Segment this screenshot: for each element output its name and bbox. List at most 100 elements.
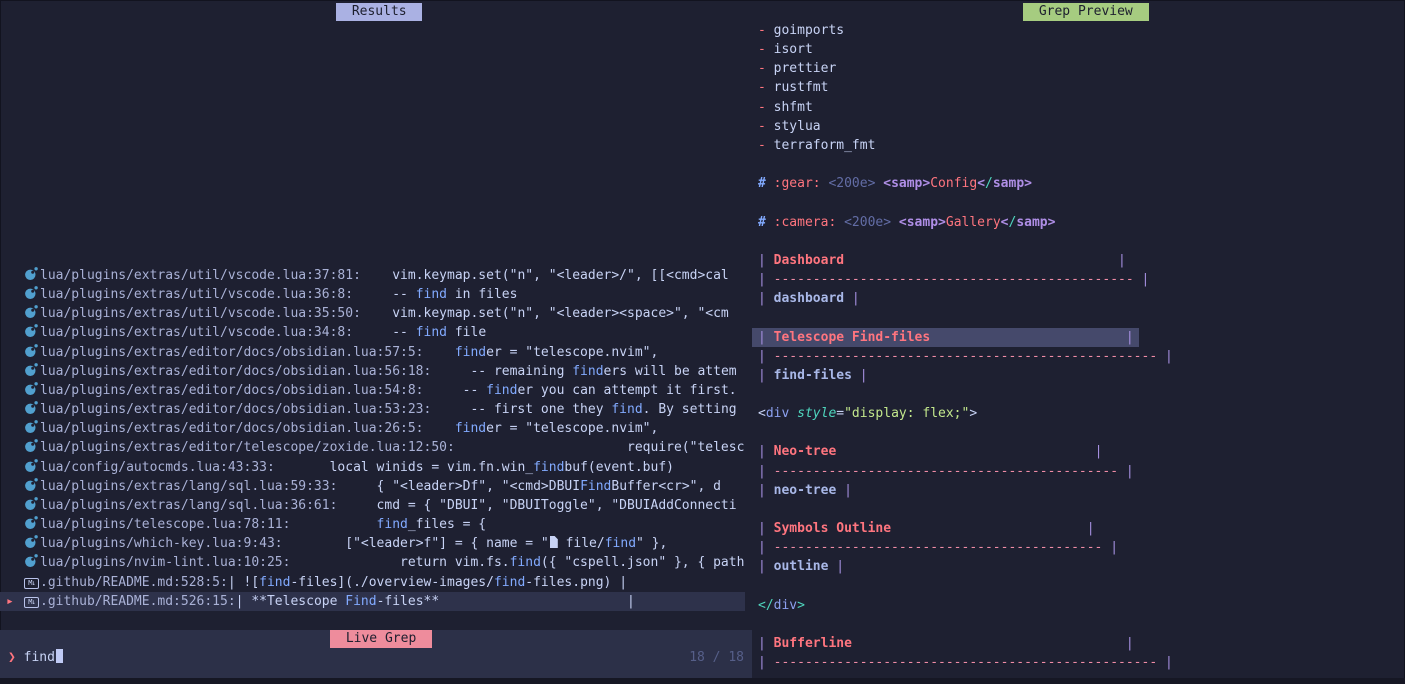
preview-line: | outline | xyxy=(758,557,1173,576)
result-location: .github/README.md:528:5: xyxy=(40,575,228,590)
preview-line: - terraform_fmt xyxy=(758,136,1173,155)
preview-line: | dashboard | xyxy=(758,289,1173,308)
preview-line xyxy=(758,155,1173,174)
preview-line xyxy=(758,232,1173,251)
result-row[interactable]: lua/plugins/which-key.lua:9:43: ["<leade… xyxy=(0,534,745,553)
preview-line xyxy=(758,577,1173,596)
result-row[interactable]: lua/plugins/extras/editor/docs/obsidian.… xyxy=(0,362,745,381)
markdown-icon: M↓ xyxy=(24,592,40,611)
result-location: lua/plugins/extras/editor/docs/obsidian.… xyxy=(40,421,424,436)
text-cursor xyxy=(56,649,63,663)
preview-line: | --------------------------------------… xyxy=(758,347,1173,366)
lua-icon xyxy=(24,553,40,572)
result-location: lua/plugins/extras/lang/sql.lua:59:33: xyxy=(40,479,337,494)
result-location: lua/plugins/extras/util/vscode.lua:34:8: xyxy=(40,326,353,341)
result-location: lua/plugins/nvim-lint.lua:10:25: xyxy=(40,555,290,570)
preview-line: - goimports xyxy=(758,21,1173,40)
preview-line: | --------------------------------------… xyxy=(758,653,1173,672)
result-row[interactable]: lua/plugins/extras/util/vscode.lua:36:8:… xyxy=(0,285,745,304)
results-title: Results xyxy=(336,3,422,21)
result-row[interactable]: M↓.github/README.md:528:5:| ![find-files… xyxy=(0,573,745,592)
preview-line: | Dashboard | xyxy=(758,251,1173,270)
preview-line: </div> xyxy=(758,596,1173,615)
selection-arrow-icon: ▸ xyxy=(6,592,14,611)
result-location: lua/plugins/extras/util/vscode.lua:37:81… xyxy=(40,268,361,283)
result-row[interactable]: lua/config/autocmds.lua:43:33: local win… xyxy=(0,458,745,477)
result-row[interactable]: lua/plugins/telescope.lua:78:11: find_fi… xyxy=(0,515,745,534)
lua-icon xyxy=(24,381,40,400)
result-location: lua/plugins/extras/editor/docs/obsidian.… xyxy=(40,383,424,398)
preview-line: | find-files | xyxy=(758,366,1173,385)
preview-line: | Symbols Outline | xyxy=(758,519,1173,538)
result-row[interactable]: lua/plugins/extras/editor/docs/obsidian.… xyxy=(0,343,745,362)
preview-line: | --------------------------------------… xyxy=(758,270,1173,289)
preview-line: - shfmt xyxy=(758,98,1173,117)
preview-line: - isort xyxy=(758,40,1173,59)
result-row[interactable]: lua/plugins/extras/util/vscode.lua:37:81… xyxy=(0,266,745,285)
results-panel: lua/plugins/extras/util/vscode.lua:37:81… xyxy=(0,0,745,626)
preview-panel: - goimports- isort- prettier- rustfmt- s… xyxy=(752,0,1405,684)
lua-icon xyxy=(24,419,40,438)
prompt-chevron-icon: ❯ xyxy=(8,650,16,665)
preview-line: | --------------------------------------… xyxy=(758,538,1173,557)
lua-icon xyxy=(24,362,40,381)
preview-line xyxy=(758,500,1173,519)
preview-cursor-line: | Telescope Find-files | xyxy=(752,328,1139,347)
result-location: lua/plugins/extras/lang/sql.lua:36:61: xyxy=(40,498,337,513)
lua-icon xyxy=(24,496,40,515)
lua-icon xyxy=(24,534,40,553)
lua-icon xyxy=(24,458,40,477)
result-row[interactable]: lua/plugins/extras/editor/docs/obsidian.… xyxy=(0,419,745,438)
preview-content: - goimports- isort- prettier- rustfmt- s… xyxy=(758,21,1173,672)
window-bottom-edge xyxy=(0,678,1405,684)
preview-line: # :camera: <200e> <samp>Gallery</samp> xyxy=(758,213,1173,232)
search-query-text: find xyxy=(24,650,55,665)
file-icon xyxy=(549,534,558,553)
lua-icon xyxy=(24,266,40,285)
preview-title: Grep Preview xyxy=(1023,3,1149,21)
preview-line xyxy=(758,308,1173,327)
result-row[interactable]: lua/plugins/extras/lang/sql.lua:36:61: c… xyxy=(0,496,745,515)
result-location: lua/plugins/extras/editor/telescope/zoxi… xyxy=(40,441,455,456)
result-row[interactable]: lua/plugins/extras/lang/sql.lua:59:33: {… xyxy=(0,477,745,496)
result-location: lua/plugins/extras/editor/docs/obsidian.… xyxy=(40,345,424,360)
result-location: lua/plugins/extras/editor/docs/obsidian.… xyxy=(40,364,431,379)
result-row-selected[interactable]: ▸M↓.github/README.md:526:15:| **Telescop… xyxy=(0,592,745,611)
preview-line: - prettier xyxy=(758,59,1173,78)
result-row[interactable]: lua/plugins/extras/editor/docs/obsidian.… xyxy=(0,381,745,400)
lua-icon xyxy=(24,304,40,323)
result-location: lua/plugins/extras/util/vscode.lua:35:50… xyxy=(40,306,361,321)
result-row[interactable]: lua/plugins/extras/util/vscode.lua:34:8:… xyxy=(0,323,745,342)
result-location: lua/plugins/telescope.lua:78:11: xyxy=(40,517,290,532)
lua-icon xyxy=(24,343,40,362)
result-location: lua/plugins/extras/editor/docs/obsidian.… xyxy=(40,402,431,417)
result-row[interactable]: lua/plugins/extras/editor/docs/obsidian.… xyxy=(0,400,745,419)
result-row[interactable]: lua/plugins/extras/util/vscode.lua:35:50… xyxy=(0,304,745,323)
markdown-icon: M↓ xyxy=(24,573,40,592)
preview-line: - stylua xyxy=(758,117,1173,136)
lua-icon xyxy=(24,515,40,534)
preview-line xyxy=(758,423,1173,442)
prompt-panel: Live Grep ❯ find 18 / 18 xyxy=(0,630,752,678)
result-location: .github/README.md:526:15: xyxy=(40,594,236,609)
preview-line xyxy=(758,193,1173,212)
lua-icon xyxy=(24,438,40,457)
preview-line: | --------------------------------------… xyxy=(758,462,1173,481)
result-row[interactable]: lua/plugins/extras/editor/telescope/zoxi… xyxy=(0,438,745,457)
lua-icon xyxy=(24,323,40,342)
result-location: lua/plugins/extras/util/vscode.lua:36:8: xyxy=(40,287,353,302)
results-list: lua/plugins/extras/util/vscode.lua:37:81… xyxy=(0,266,745,611)
preview-line: | Bufferline | xyxy=(758,634,1173,653)
result-row[interactable]: lua/plugins/nvim-lint.lua:10:25: return … xyxy=(0,553,745,572)
preview-line: <div style="display: flex;"> xyxy=(758,404,1173,423)
search-input[interactable]: ❯ find xyxy=(8,648,63,667)
result-location: lua/plugins/which-key.lua:9:43: xyxy=(40,536,283,551)
lua-icon xyxy=(24,285,40,304)
preview-line xyxy=(758,385,1173,404)
lua-icon xyxy=(24,477,40,496)
preview-line: - rustfmt xyxy=(758,78,1173,97)
result-location: lua/config/autocmds.lua:43:33: xyxy=(40,460,275,475)
preview-line: | Neo-tree | xyxy=(758,442,1173,461)
telescope-live-grep-window: lua/plugins/extras/util/vscode.lua:37:81… xyxy=(0,0,1405,684)
preview-line: | neo-tree | xyxy=(758,481,1173,500)
